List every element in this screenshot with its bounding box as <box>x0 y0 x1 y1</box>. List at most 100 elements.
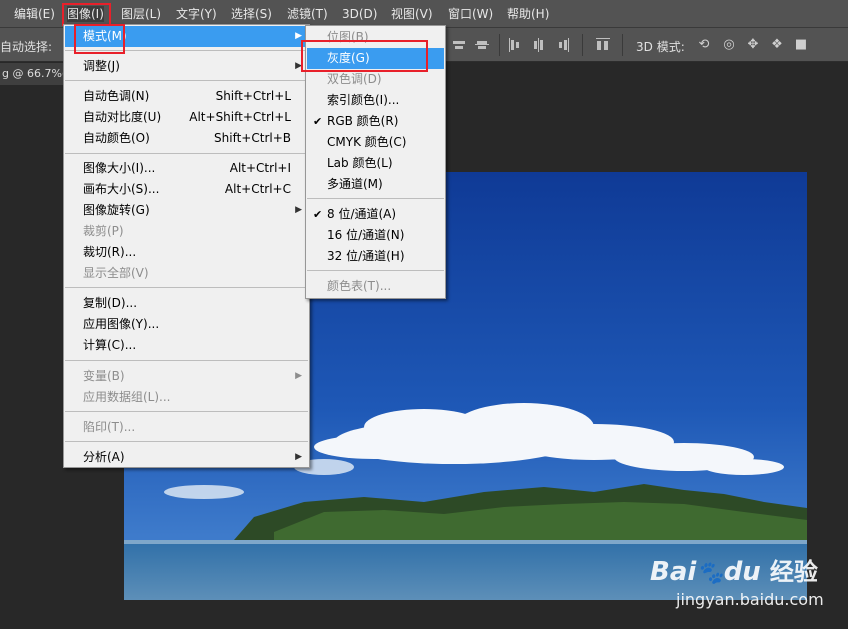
3d-scale-icon[interactable]: ■ <box>794 38 808 52</box>
menu-item-label: 变量(B) <box>83 369 125 383</box>
menu-item-auto-contrast[interactable]: 自动对比度(U) Alt+Shift+Ctrl+L <box>65 107 308 128</box>
submenu-arrow-icon: ▶ <box>295 371 302 381</box>
divider <box>307 270 444 271</box>
menu-select[interactable]: 选择(S) <box>231 6 272 22</box>
annotation-box-grayscale <box>301 40 428 72</box>
checkmark-icon: ✔ <box>313 208 323 221</box>
menu-item-auto-tone[interactable]: 自动色调(N) Shift+Ctrl+L <box>65 86 308 107</box>
mode-item-rgb[interactable]: ✔ RGB 颜色(R) <box>307 111 444 132</box>
shortcut: Alt+Ctrl+C <box>224 182 291 196</box>
mode-3d-label: 3D 模式: <box>636 40 685 54</box>
menu-item-label: 计算(C)... <box>83 338 137 352</box>
divider <box>65 411 308 412</box>
menu-item-adjust[interactable]: 调整(J) ▶ <box>65 56 308 77</box>
mode-item-duotone: 双色调(D) <box>307 69 444 90</box>
annotation-box-image-menu <box>62 3 111 26</box>
menu-item-label: 自动色调(N) <box>83 89 150 103</box>
align-vcenter-icon[interactable] <box>475 38 489 52</box>
watermark-logo: Bai🐾du 经验 <box>650 552 818 587</box>
divider <box>622 34 623 56</box>
distribute-icon[interactable] <box>596 38 610 52</box>
divider <box>307 198 444 199</box>
menu-item-auto-color[interactable]: 自动颜色(O) Shift+Ctrl+B <box>65 128 308 149</box>
3d-roll-icon[interactable]: ◎ <box>722 38 736 52</box>
menu-item-reveal-all: 显示全部(V) <box>65 263 308 284</box>
menu-item-label: 多通道(M) <box>327 177 383 191</box>
shortcut: Alt+Ctrl+I <box>229 161 291 175</box>
mode-item-16bit[interactable]: 16 位/通道(N) <box>307 225 444 246</box>
mode-item-cmyk[interactable]: CMYK 颜色(C) <box>307 132 444 153</box>
annotation-box-mode <box>74 24 125 54</box>
mode-item-multichannel[interactable]: 多通道(M) <box>307 174 444 195</box>
submenu-arrow-icon: ▶ <box>295 205 302 215</box>
menu-item-label: Lab 颜色(L) <box>327 156 393 170</box>
align-right-icon[interactable] <box>556 38 570 52</box>
divider <box>65 80 308 81</box>
menu-item-crop: 裁剪(P) <box>65 221 308 242</box>
menu-item-image-rotation[interactable]: 图像旋转(G) ▶ <box>65 200 308 221</box>
menu-item-label: 图像大小(I)... <box>83 161 156 175</box>
menu-item-trim[interactable]: 裁切(R)... <box>65 242 308 263</box>
submenu-arrow-icon: ▶ <box>295 452 302 462</box>
menu-item-label: 复制(D)... <box>83 296 138 310</box>
menu-item-label: 8 位/通道(A) <box>327 207 397 221</box>
menu-item-label: 陷印(T)... <box>83 420 136 434</box>
menu-layer[interactable]: 图层(L) <box>121 6 161 22</box>
mode-item-32bit[interactable]: 32 位/通道(H) <box>307 246 444 267</box>
3d-slide-icon[interactable]: ❖ <box>770 38 784 52</box>
image-menu-dropdown: 模式(M) ▶ 调整(J) ▶ 自动色调(N) Shift+Ctrl+L 自动对… <box>63 24 310 468</box>
menu-item-canvas-size[interactable]: 画布大小(S)... Alt+Ctrl+C <box>65 179 308 200</box>
menu-item-label: RGB 颜色(R) <box>327 114 399 128</box>
menu-item-label: 索引颜色(I)... <box>327 93 400 107</box>
menu-item-label: 应用图像(Y)... <box>83 317 160 331</box>
menu-item-label: 应用数据组(L)... <box>83 390 171 404</box>
align-top-icon[interactable] <box>452 38 466 52</box>
menu-window[interactable]: 窗口(W) <box>448 6 493 22</box>
menu-item-label: 自动对比度(U) <box>83 110 162 124</box>
watermark-brand2: du <box>723 557 761 587</box>
menu-type[interactable]: 文字(Y) <box>176 6 217 22</box>
menu-item-label: 裁切(R)... <box>83 245 137 259</box>
menu-item-analysis[interactable]: 分析(A) ▶ <box>65 447 308 468</box>
menu-filter[interactable]: 滤镜(T) <box>287 6 328 22</box>
menu-3d[interactable]: 3D(D) <box>342 6 377 22</box>
menu-item-duplicate[interactable]: 复制(D)... <box>65 293 308 314</box>
mode-item-color-table: 颜色表(T)... <box>307 276 444 297</box>
menu-item-variables: 变量(B) ▶ <box>65 366 308 387</box>
shortcut: Alt+Shift+Ctrl+L <box>189 110 291 124</box>
checkmark-icon: ✔ <box>313 115 323 128</box>
divider <box>582 34 583 56</box>
menu-item-apply-image[interactable]: 应用图像(Y)... <box>65 314 308 335</box>
divider <box>65 153 308 154</box>
menu-item-label: 裁剪(P) <box>83 224 124 238</box>
menu-item-label: 分析(A) <box>83 450 125 464</box>
shortcut: Shift+Ctrl+B <box>214 131 291 145</box>
divider <box>65 441 308 442</box>
menu-item-label: 32 位/通道(H) <box>327 249 405 263</box>
paw-icon: 🐾 <box>696 561 724 586</box>
divider <box>65 287 308 288</box>
watermark-brand: Bai <box>650 557 697 587</box>
mode-item-indexed[interactable]: 索引颜色(I)... <box>307 90 444 111</box>
menu-item-label: CMYK 颜色(C) <box>327 135 407 149</box>
menu-item-image-size[interactable]: 图像大小(I)... Alt+Ctrl+I <box>65 158 308 179</box>
3d-orbit-icon[interactable]: ⟲ <box>697 38 711 52</box>
watermark-url: jingyan.baidu.com <box>676 590 824 609</box>
auto-select-label: 自动选择: <box>0 40 53 54</box>
menu-view[interactable]: 视图(V) <box>391 6 433 22</box>
3d-pan-icon[interactable]: ✥ <box>746 38 760 52</box>
menu-item-calculations[interactable]: 计算(C)... <box>65 335 308 356</box>
menu-item-label: 颜色表(T)... <box>327 279 392 293</box>
align-hcenter-icon[interactable] <box>532 38 546 52</box>
menu-edit[interactable]: 编辑(E) <box>14 6 55 22</box>
menu-help[interactable]: 帮助(H) <box>507 6 549 22</box>
watermark-brand-cn: 经验 <box>769 558 818 586</box>
menu-item-label: 显示全部(V) <box>83 266 149 280</box>
document-tab[interactable]: g @ 66.7%( <box>0 63 72 85</box>
menu-item-label: 16 位/通道(N) <box>327 228 405 242</box>
mode-item-lab[interactable]: Lab 颜色(L) <box>307 153 444 174</box>
shortcut: Shift+Ctrl+L <box>215 89 291 103</box>
divider <box>65 360 308 361</box>
mode-item-8bit[interactable]: ✔ 8 位/通道(A) <box>307 204 444 225</box>
align-left-icon[interactable] <box>508 38 522 52</box>
